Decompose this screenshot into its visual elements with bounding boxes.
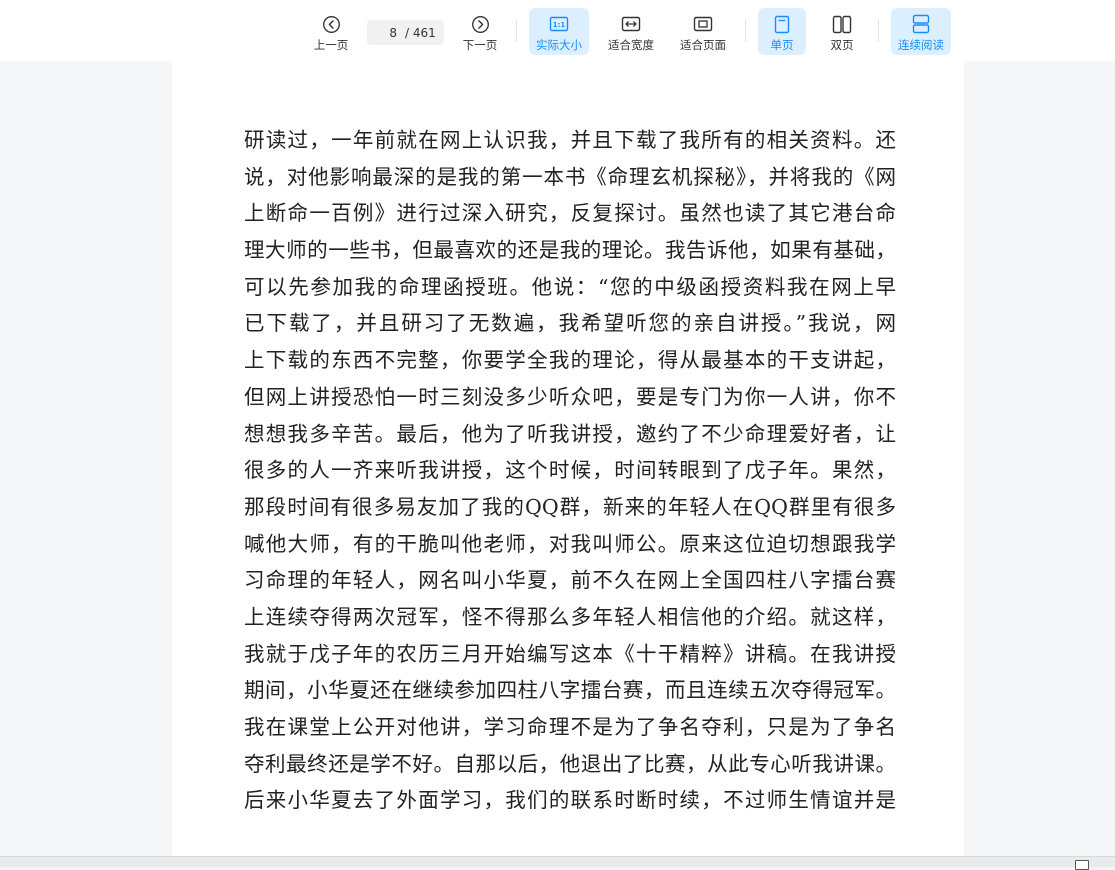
- svg-text:1:1: 1:1: [553, 21, 566, 29]
- fit-page-button[interactable]: 适合页面: [673, 8, 733, 55]
- text-line: 喊他大师，有的干脆叫他老师，对我叫师公。原来这位迫切想跟我学: [244, 531, 896, 556]
- actual-size-label: 实际大小: [536, 38, 582, 52]
- actual-size-button[interactable]: 1:1 实际大小: [529, 8, 589, 55]
- document-page: 研读过，一年前就在网上认识我，并且下载了我所有的相关资料。还 说，对他影响最深的…: [172, 61, 964, 866]
- text-line: 但网上讲授恐怕一时三刻没多少听众吧，要是专门为你一人讲，你不: [244, 384, 896, 409]
- page-indicator: 8 / 461: [367, 20, 444, 45]
- fit-page-label: 适合页面: [680, 38, 726, 52]
- prev-page-button[interactable]: 上一页: [306, 8, 356, 55]
- text-line: 研读过，一年前就在网上认识我，并且下载了我所有的相关资料。还: [244, 128, 896, 152]
- fit-width-label: 适合宽度: [608, 38, 654, 52]
- toolbar-divider: [745, 20, 746, 42]
- text-line: 可以先参加我的命理函授班。他说：“您的中级函授资料我在网上早: [244, 274, 896, 299]
- text-line: 后来小华夏去了外面学习，我们的联系时断时续，不过师生情谊并是: [244, 788, 896, 813]
- text-line: 理大师的一些书，但最喜欢的还是我的理论。我告诉他，如果有基础，: [244, 238, 896, 263]
- toolbar-divider: [516, 20, 517, 42]
- continuous-reading-button[interactable]: 连续阅读: [891, 8, 951, 55]
- horizontal-scrollbar[interactable]: [0, 856, 1115, 867]
- actual-size-icon: 1:1: [549, 14, 569, 34]
- text-line: 上断命一百例》进行过深入研究，反复探讨。虽然也读了其它港台命: [244, 201, 896, 226]
- toolbar-divider: [878, 20, 879, 42]
- text-line: 已下载了，并且研习了无数遍，我希望听您的亲自讲授。”我说，网: [244, 311, 896, 336]
- fit-width-icon: [621, 14, 641, 34]
- text-line: 夺利最终还是学不好。自那以后，他退出了比赛，从此专心听我讲课。: [244, 751, 896, 776]
- total-pages: / 461: [405, 25, 436, 40]
- page-number-input[interactable]: 8: [371, 26, 397, 40]
- text-line: 上连续夺得两次冠军，怪不得那么多年轻人相信他的介绍。就这样，: [244, 604, 896, 629]
- text-line: 想想我多辛苦。最后，他为了听我讲授，邀约了不少命理爱好者，让: [244, 421, 896, 446]
- text-line: 习命理的年轻人，网名叫小华夏，前不久在网上全国四柱八字擂台赛: [244, 568, 896, 593]
- text-line: 期间，小华夏还在继续参加四柱八字擂台赛，而且连续五次夺得冠军。: [244, 678, 896, 703]
- next-page-label: 下一页: [462, 38, 498, 52]
- text-line: 我在课堂上公开对他讲，学习命理不是为了争名夺利，只是为了争名: [244, 715, 896, 739]
- chevron-right-circle-icon: [470, 14, 490, 34]
- double-page-icon: [832, 14, 852, 34]
- text-line: 上下载的东西不完整，你要学全我的理论，得从最基本的干支讲起，: [244, 348, 896, 373]
- fit-page-icon: [693, 14, 713, 34]
- text-line: 说，对他影响最深的是我的第一本书《命理玄机探秘》，并将我的《网: [244, 164, 896, 189]
- reader-toolbar: 上一页 8 / 461 下一页 1:1 实际大小 适合宽度 适合页面 单页 双页…: [0, 0, 1115, 61]
- page-text: 研读过，一年前就在网上认识我，并且下载了我所有的相关资料。还 说，对他影响最深的…: [244, 122, 896, 819]
- continuous-reading-icon: [911, 14, 931, 34]
- continuous-reading-label: 连续阅读: [898, 38, 944, 52]
- single-page-button[interactable]: 单页: [758, 8, 806, 55]
- single-page-icon: [772, 14, 792, 34]
- prev-page-label: 上一页: [313, 38, 349, 52]
- fit-width-button[interactable]: 适合宽度: [601, 8, 661, 55]
- text-line: 那段时间有很多易友加了我的QQ群，新来的年轻人在QQ群里有很多: [244, 494, 896, 519]
- chevron-left-circle-icon: [321, 14, 341, 34]
- text-line: 我就于戊子年的农历三月开始编写这本《十干精粹》讲稿。在我讲授: [244, 641, 896, 666]
- next-page-button[interactable]: 下一页: [455, 8, 505, 55]
- text-line: 很多的人一齐来听我讲授，这个时候，时间转眼到了戊子年。果然，: [244, 458, 896, 483]
- single-page-label: 单页: [770, 38, 794, 52]
- window-icon[interactable]: [1075, 860, 1089, 870]
- double-page-button[interactable]: 双页: [818, 8, 866, 55]
- double-page-label: 双页: [830, 38, 854, 52]
